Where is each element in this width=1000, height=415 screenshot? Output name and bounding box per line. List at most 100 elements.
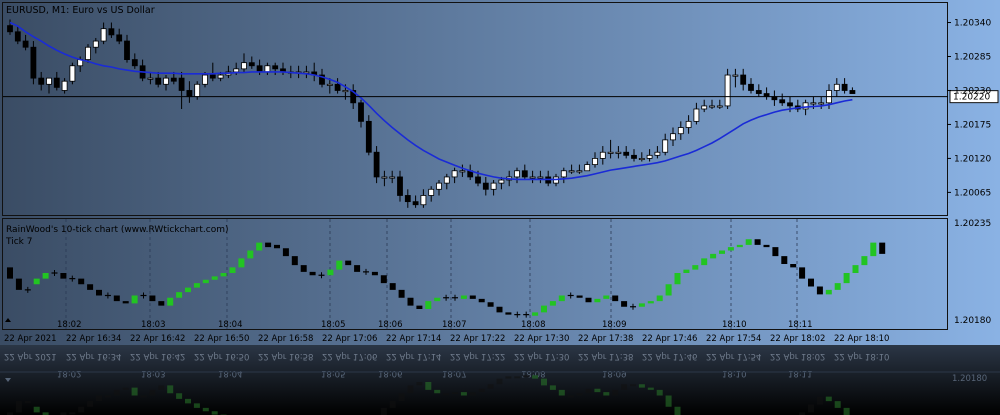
reflected-tick-bar xyxy=(576,393,583,396)
candle-body xyxy=(631,154,637,159)
tick-time-label: 18:08 xyxy=(521,320,546,330)
reflected-tick-bar xyxy=(96,395,102,402)
tick-bar xyxy=(576,295,583,298)
candle-body xyxy=(131,59,138,67)
candle-body xyxy=(443,176,450,184)
candle-body xyxy=(560,170,567,178)
price-axis-label: 1.20120 xyxy=(954,154,991,164)
candle-body xyxy=(30,46,37,79)
reflected-tick-bar xyxy=(469,392,476,396)
reflected-tick-time-label: 18:07 xyxy=(442,368,467,378)
tick-bar xyxy=(354,265,361,272)
candle-body xyxy=(334,83,341,91)
candle-body xyxy=(116,34,123,42)
reflected-tick-bar xyxy=(567,395,574,398)
price-axis-label: 1.20175 xyxy=(954,120,991,130)
candle-body xyxy=(514,170,520,178)
tick-time-label: 18:11 xyxy=(788,320,813,330)
tick-bar xyxy=(282,248,289,257)
candle-body xyxy=(272,65,279,70)
price-axis-label: 1.20285 xyxy=(954,53,991,63)
reflected-tick-bar xyxy=(87,401,94,407)
reflected-tick-bar xyxy=(808,404,814,413)
tick-bar xyxy=(656,295,663,302)
tick-time-label: 18:02 xyxy=(57,320,82,330)
candle-body xyxy=(436,182,442,190)
tick-bar xyxy=(852,265,859,273)
reflected-tick-bar xyxy=(647,387,654,390)
candle-body xyxy=(397,176,403,196)
reflected-tick-bar xyxy=(122,387,129,390)
candle-body xyxy=(482,182,489,190)
candle-body xyxy=(638,158,645,161)
tick-bar xyxy=(7,267,13,279)
candle-body xyxy=(654,151,661,156)
candle-body xyxy=(701,105,708,110)
tick-bar xyxy=(532,312,539,316)
tick-time-label: 18:07 xyxy=(442,320,467,330)
candle-body xyxy=(810,102,817,105)
reflected-tick-bar xyxy=(665,395,672,407)
candle-body xyxy=(818,102,825,105)
time-axis-label: 22 Apr 17:38 xyxy=(578,334,633,344)
tick-bar xyxy=(496,306,503,313)
candle-body xyxy=(170,77,177,82)
price-axis-label: 1.20340 xyxy=(954,19,991,29)
candle-body xyxy=(233,68,240,73)
candle-body xyxy=(787,102,793,107)
tick-bar xyxy=(478,298,485,303)
tick-time-label: 18:05 xyxy=(321,320,346,330)
candle-body xyxy=(108,28,115,36)
candle-body xyxy=(568,170,575,173)
reflected-time-label: 22 Apr 17:54 xyxy=(706,351,761,361)
tick-bar xyxy=(193,283,200,288)
reflected-time-label: 22 Apr 16:50 xyxy=(194,351,249,361)
reflected-tick-time-label: 18:04 xyxy=(218,368,243,378)
tick-bar xyxy=(594,298,601,303)
time-axis-label: 22 Apr 17:14 xyxy=(386,334,441,344)
tick-bar xyxy=(202,279,209,284)
tick-bar xyxy=(790,264,797,268)
reflected-time-label: 22 Apr 17:06 xyxy=(322,351,377,361)
candle-body xyxy=(802,102,809,110)
tick-bar xyxy=(60,273,67,279)
reflected-tick-bar xyxy=(603,392,610,396)
reflected-tick-bar xyxy=(140,395,147,398)
candle-body xyxy=(615,151,622,154)
candle-body xyxy=(124,40,130,60)
reflected-time-label: 22 Apr 18:10 xyxy=(834,351,889,361)
candle-body xyxy=(716,105,723,108)
candle-body xyxy=(849,90,856,94)
tick-bar xyxy=(541,305,547,313)
candle-body xyxy=(677,127,684,135)
tick-bar xyxy=(33,278,40,285)
tick-bar xyxy=(674,273,681,285)
tick-bar xyxy=(336,260,343,270)
time-axis-label: 22 Apr 16:58 xyxy=(258,334,313,344)
time-axis-label: 22 Apr 16:34 xyxy=(66,334,121,344)
tick-bar xyxy=(211,276,218,280)
symbol-title: EURUSD, M1: Euro vs US Dollar xyxy=(6,5,155,16)
tick-bar xyxy=(692,265,699,270)
time-axis-label: 22 Apr 18:10 xyxy=(834,334,889,344)
tick-bar xyxy=(96,289,102,296)
tick-bar xyxy=(327,269,334,276)
reflected-tick-bar xyxy=(638,384,645,388)
candle-body xyxy=(46,77,52,85)
candle-body xyxy=(599,151,606,159)
tick-bar xyxy=(176,292,183,298)
tick-time-label: 18:06 xyxy=(378,320,403,330)
tick-bar xyxy=(843,273,850,284)
tick-bar xyxy=(265,242,272,248)
tick-bar xyxy=(825,289,832,295)
reflected-tick-bar xyxy=(452,392,458,395)
tick-chart-title: RainWood's 10-tick chart (www.RWtickchar… xyxy=(6,225,229,235)
tick-time-label: 18:09 xyxy=(602,320,627,330)
candle-body xyxy=(670,133,676,141)
tick-bar xyxy=(434,297,441,302)
candle-body xyxy=(428,188,435,196)
tick-bar xyxy=(870,242,877,257)
reflected-tick-bar xyxy=(398,393,405,402)
reflected-tick-bar xyxy=(816,396,823,405)
candle-body xyxy=(685,120,692,128)
